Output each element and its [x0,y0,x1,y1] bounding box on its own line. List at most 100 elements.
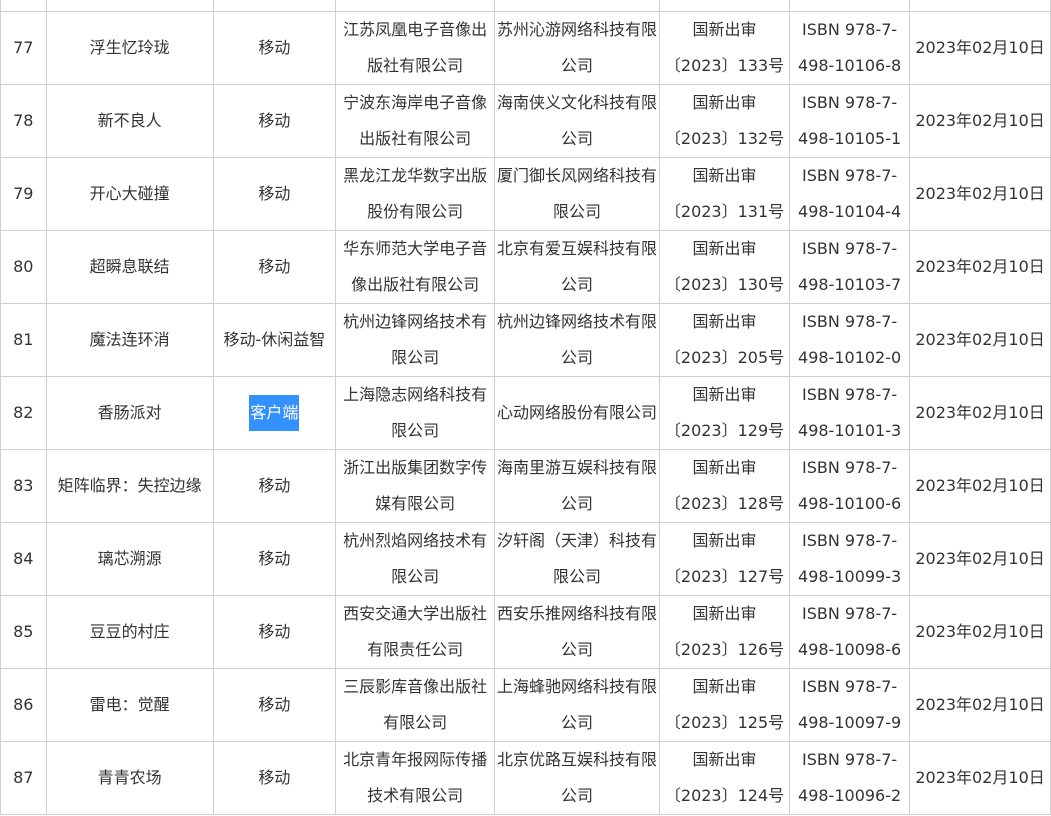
cell-game-name-text: 新不良人 [97,111,162,130]
table-row: 77 浮生忆玲珑 移动 江苏凤凰电子音像出版社有限公司 苏州沁游网络科技有限公司 国新出审… [0,11,1051,85]
cell-operator-text: 海南里游互娱科技有限公司 [496,458,657,513]
cell-publisher-text: 西安交通大学出版社有限责任公司 [343,604,488,659]
cell-operator-text: 厦门御长风网络科技有限公司 [496,166,657,221]
cell-date-text: 2023年02月10日 [915,38,1045,57]
cell-operator-text: 北京有爱互娱科技有限公司 [496,239,657,294]
cell-index: 77 [0,11,47,85]
cell-index: 84 [0,522,47,596]
cell-date-text: 2023年02月10日 [915,330,1045,349]
table-row: 80 超瞬息联结 移动 华东师范大学电子音像出版社有限公司 北京有爱互娱科技有限公司 国新… [0,230,1051,304]
cell-approval-number-text: 国新出审 [692,385,757,404]
cell-isbn: ISBN 978-7- 498-10097-9 [789,668,911,742]
cell-isbn: ISBN 978-7- 498-10102-0 [789,303,911,377]
cell-approval-number-text: 国新出审 [692,750,757,769]
cell-date-text: 2023年02月10日 [915,695,1045,714]
cell-approval-number-text: 国新出审 [692,20,757,39]
cell-type: 移动 [212,84,337,158]
cell-isbn: ISBN 978-7- 498-10096-2 [789,741,911,815]
cell-isbn-text: ISBN 978-7- [802,239,898,258]
cell-approval-number-text: 国新出审 [692,458,757,477]
cell-index-text: 79 [13,184,34,203]
cell-operator: 苏州沁游网络科技有限公司 [494,11,660,85]
cell-game-name-text: 魔法连环消 [89,330,170,349]
cell-index-text: 80 [13,257,34,276]
cell-operator-text: 北京优路互娱科技有限公司 [496,750,657,805]
cell-publisher: 宁波东海岸电子音像出版社有限公司 [335,84,496,158]
cell-isbn-text: ISBN 978-7- [802,20,898,39]
cell-type-text: 移动 [258,476,291,495]
cell-game-name: 新不良人 [45,84,214,158]
table-row: 86 雷电：觉醒 移动 三辰影库音像出版社有限公司 上海蜂驰网络科技有限公司 国新出审 〔2… [0,668,1051,742]
cell-index-text: 82 [13,403,34,422]
cell-publisher-text: 上海隐志网络科技有限公司 [343,385,488,440]
cell-type: 移动 [212,595,337,669]
cell-approval-number-text: 〔2023〕130号 [664,275,785,294]
cell-game-name: 魔法连环消 [45,303,214,377]
cell-index-text: 85 [13,622,34,641]
cell-game-name: 超瞬息联结 [45,230,214,304]
cell-game-name: 雷电：觉醒 [45,668,214,742]
cell-publisher-text: 华东师范大学电子音像出版社有限公司 [343,239,488,294]
cell-type-text: 移动 [258,768,291,787]
cell-index: 85 [0,595,47,669]
cell-type-text: 移动 [258,184,291,203]
table-row: 79 开心大碰撞 移动 黑龙江龙华数字出版股份有限公司 厦门御长风网络科技有限公司 国新出… [0,157,1051,231]
cell-game-name-text: 璃芯溯源 [97,549,162,568]
cell-approval-number: 国新出审 〔2023〕205号 [658,303,791,377]
cell-isbn: ISBN 978-7- 498-10101-3 [789,376,911,450]
cell-operator-text: 西安乐推网络科技有限公司 [496,604,657,659]
cell-game-name-text: 开心大碰撞 [89,184,170,203]
cell-date-text: 2023年02月10日 [915,403,1045,422]
cell-date-text: 2023年02月10日 [915,257,1045,276]
cell-date [909,0,1051,12]
cell-index: 82 [0,376,47,450]
cell-type-text: 移动 [258,111,291,130]
cell-isbn-text: ISBN 978-7- [802,677,898,696]
cell-type: 移动 [212,230,337,304]
cell-operator: 心动网络股份有限公司 [494,376,660,450]
cell-approval-number: 国新出审〔2023〕131号 [658,157,791,231]
table-row [0,0,1051,12]
selected-text[interactable]: 客户端 [249,395,300,431]
cell-operator [494,0,660,12]
cell-approval-number-text: 国新出审 [692,166,757,185]
cell-date: 2023年02月10日 [909,376,1051,450]
cell-index-text: 78 [13,111,34,130]
cell-approval-number: 国新出审 〔2023〕128号 [658,449,791,523]
cell-date-text: 2023年02月10日 [915,549,1045,568]
cell-isbn-text: 498-10106-8 [798,56,902,75]
cell-operator: 杭州边锋网络技术有限公司 [494,303,660,377]
cell-publisher: 杭州边锋网络技术有限公司 [335,303,496,377]
cell-index [0,0,47,12]
cell-approval-number-text: 〔2023〕131号 [664,202,785,221]
cell-type: 移动 [212,449,337,523]
cell-isbn-text: ISBN 978-7- [802,458,898,477]
cell-approval-number-text: 〔2023〕125号 [664,713,785,732]
game-approval-table: 77 浮生忆玲珑 移动 江苏凤凰电子音像出版社有限公司 苏州沁游网络科技有限公司 国新出审… [0,0,1051,815]
cell-publisher-text: 浙江出版集团数字传媒有限公司 [343,458,488,513]
cell-isbn: ISBN 978-7- 498-10099-3 [789,522,911,596]
cell-isbn-text: 498-10098-6 [798,640,902,659]
cell-isbn-text: 498-10099-3 [798,567,902,586]
cell-isbn: ISBN 978-7- 498-10103-7 [789,230,911,304]
cell-operator-text: 海南侠义文化科技有限公司 [496,93,657,148]
cell-approval-number-text: 国新出审 [692,312,757,331]
cell-approval-number: 国新出审 〔2023〕125号 [658,668,791,742]
cell-approval-number-text: 国新出审 [692,531,757,550]
cell-game-name: 矩阵临界：失控边缘 [45,449,214,523]
cell-isbn-text: 498-10102-0 [798,348,902,367]
cell-approval-number: 国新出审〔2023〕129号 [658,376,791,450]
cell-date-text: 2023年02月10日 [915,476,1045,495]
cell-publisher-text: 黑龙江龙华数字出版股份有限公司 [343,166,488,221]
cell-isbn-text: 498-10097-9 [798,713,902,732]
cell-approval-number-text: 〔2023〕129号 [664,421,785,440]
cell-date: 2023年02月10日 [909,668,1051,742]
cell-publisher: 北京青年报网际传播技术有限公司 [335,741,496,815]
cell-date-text: 2023年02月10日 [915,768,1045,787]
cell-approval-number: 国新出审 〔2023〕127号 [658,522,791,596]
cell-index: 79 [0,157,47,231]
cell-operator-text: 汐轩阁（天津）科技有限公司 [496,531,657,586]
cell-isbn-text: ISBN 978-7- [802,531,898,550]
cell-publisher [335,0,496,12]
cell-publisher: 江苏凤凰电子音像出版社有限公司 [335,11,496,85]
